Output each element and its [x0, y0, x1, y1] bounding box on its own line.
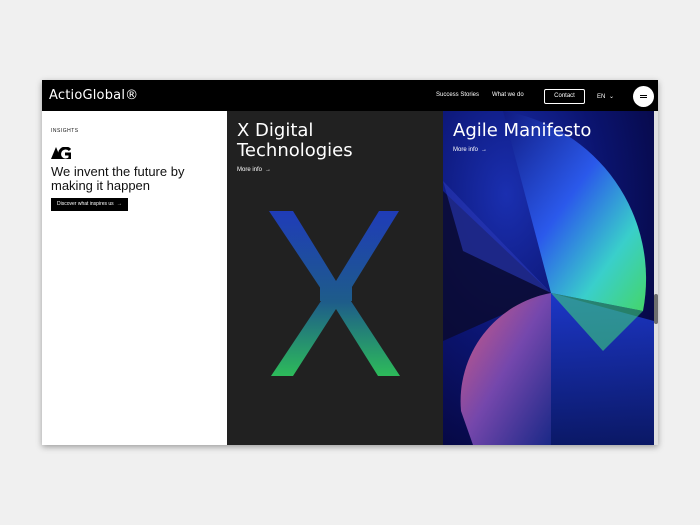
- more-info-label: More info: [453, 147, 479, 153]
- x-digital-card[interactable]: X Digital Technologies More info →: [227, 111, 443, 445]
- arrow-right-icon: →: [481, 147, 488, 153]
- insights-headline: We invent the future by making it happen: [51, 164, 185, 193]
- abstract-gradient-graphic: [443, 111, 654, 445]
- insights-panel: INSIGHTS We invent the future by making …: [42, 111, 227, 445]
- x-digital-title: X Digital Technologies: [237, 120, 353, 161]
- language-selector[interactable]: EN ⌄: [597, 93, 614, 100]
- nav-success-stories[interactable]: Success Stories: [436, 92, 479, 98]
- actioglobal-logo[interactable]: ActioGlobal®: [49, 88, 138, 103]
- more-info-label: More info: [237, 167, 263, 173]
- agile-manifesto-more-info[interactable]: More info →: [453, 147, 487, 153]
- discover-button[interactable]: Discover what inspires us →: [51, 198, 128, 211]
- vertical-scrollbar[interactable]: [654, 111, 658, 445]
- agile-manifesto-card[interactable]: Agile Manifesto More info →: [443, 111, 654, 445]
- language-label: EN: [597, 94, 606, 100]
- ag-mark-icon: [51, 147, 71, 159]
- scrollbar-thumb[interactable]: [654, 294, 658, 324]
- menu-button[interactable]: [633, 86, 654, 107]
- x-digital-more-info[interactable]: More info →: [237, 167, 271, 173]
- contact-button[interactable]: Contact: [544, 89, 585, 104]
- arrow-right-icon: →: [116, 201, 122, 207]
- hamburger-icon-line: [640, 97, 647, 98]
- chevron-down-icon: ⌄: [609, 94, 615, 100]
- discover-button-label: Discover what inspires us: [57, 201, 114, 207]
- insights-eyebrow: INSIGHTS: [51, 128, 79, 134]
- arrow-right-icon: →: [265, 167, 272, 173]
- x-letter-graphic: [269, 211, 400, 376]
- agile-manifesto-title: Agile Manifesto: [453, 120, 592, 141]
- top-navigation-bar: ActioGlobal® Success Stories What we do …: [42, 80, 658, 111]
- hamburger-icon: [640, 95, 647, 96]
- nav-what-we-do[interactable]: What we do: [492, 92, 524, 98]
- browser-viewport: ActioGlobal® Success Stories What we do …: [42, 80, 658, 445]
